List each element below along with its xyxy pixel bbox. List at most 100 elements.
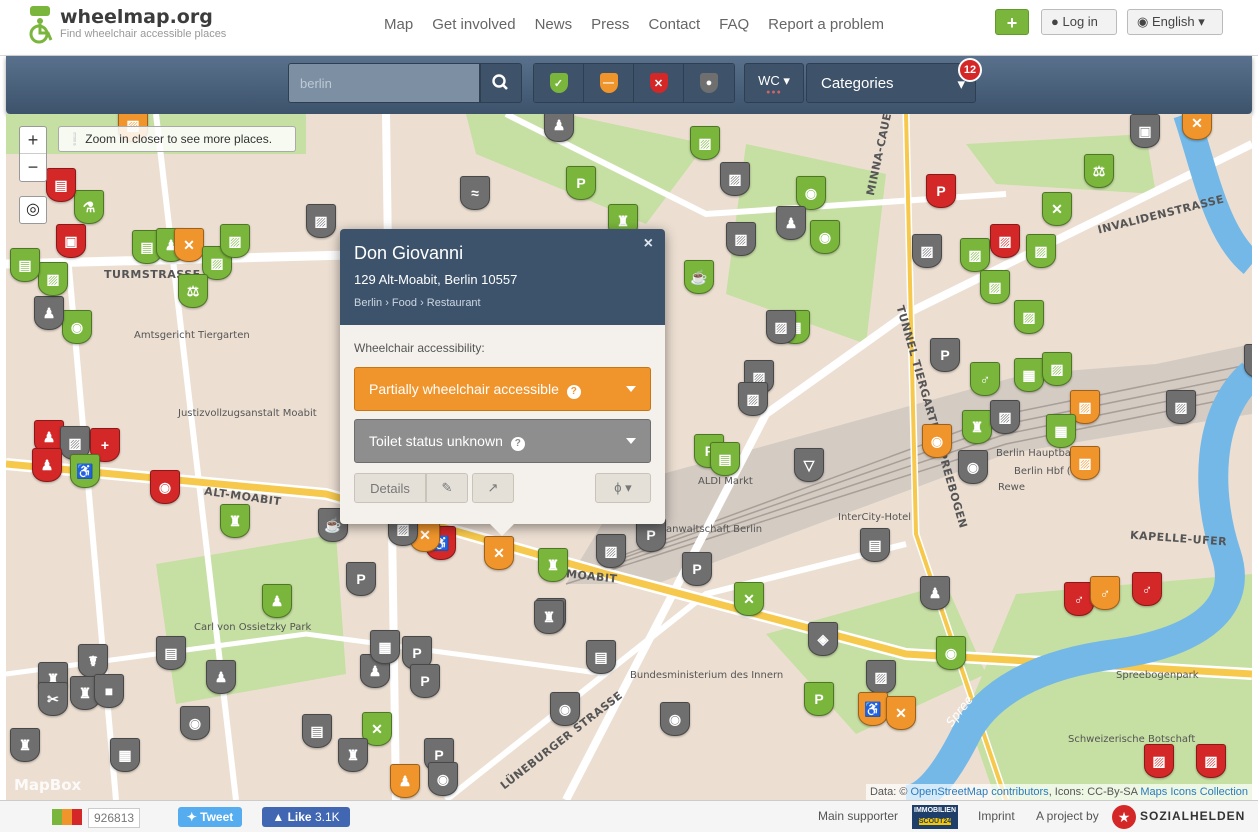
place-marker[interactable]: ◉ — [180, 706, 210, 740]
edit-button[interactable]: ✎ — [426, 473, 468, 503]
place-marker[interactable]: ♟ — [776, 206, 806, 240]
categories-dropdown[interactable]: Categories ▾ — [806, 63, 976, 103]
place-marker[interactable]: ♟ — [262, 584, 292, 618]
place-marker[interactable]: ▨ — [690, 126, 720, 160]
place-marker[interactable]: P — [682, 552, 712, 586]
place-marker[interactable]: ♜ — [220, 504, 250, 538]
facebook-like-button[interactable]: ▲ Like 3.1K — [262, 807, 350, 827]
place-marker[interactable]: ◉ — [62, 310, 92, 344]
place-marker[interactable]: ✕ — [886, 696, 916, 730]
mapbox-logo[interactable]: MapBox — [14, 776, 81, 794]
place-marker[interactable]: ✕ — [1042, 192, 1072, 226]
place-marker[interactable]: ▨ — [306, 204, 336, 238]
icons-link[interactable]: Maps Icons Collection — [1140, 786, 1248, 798]
place-marker[interactable]: ◉ — [796, 176, 826, 210]
place-marker[interactable]: P — [346, 562, 376, 596]
place-marker[interactable]: ▨ — [1042, 352, 1072, 386]
place-marker[interactable]: P — [566, 166, 596, 200]
place-marker[interactable]: ▦ — [1014, 358, 1044, 392]
place-marker[interactable]: ▤ — [710, 442, 740, 476]
nav-get-involved[interactable]: Get involved — [432, 16, 515, 33]
place-marker[interactable]: ✂ — [38, 682, 68, 716]
place-marker[interactable]: ☤ — [78, 644, 108, 678]
place-marker[interactable]: ◈ — [808, 622, 838, 656]
place-marker[interactable]: ▨ — [1070, 446, 1100, 480]
place-marker[interactable]: ▨ — [912, 234, 942, 268]
place-marker[interactable]: ♜ — [534, 600, 564, 634]
place-marker[interactable]: ◉ — [958, 450, 988, 484]
place-marker[interactable]: ◉ — [550, 692, 580, 726]
place-marker[interactable]: ♜ — [962, 410, 992, 444]
more-actions-dropdown[interactable]: ϕ ▾ — [595, 473, 651, 503]
place-marker[interactable]: ◉ — [922, 424, 952, 458]
place-marker[interactable]: ♂ — [1090, 576, 1120, 610]
search-button[interactable] — [480, 63, 522, 103]
place-marker[interactable]: ▨ — [720, 162, 750, 196]
place-marker[interactable]: ▤ — [46, 168, 76, 202]
add-place-button[interactable]: + — [995, 9, 1029, 35]
place-marker[interactable]: ▤ — [10, 248, 40, 282]
nav-news[interactable]: News — [535, 16, 573, 33]
osm-link[interactable]: OpenStreetMap contributors — [911, 786, 1049, 798]
place-marker[interactable]: ▨ — [1196, 744, 1226, 778]
place-marker[interactable]: ▨ — [866, 660, 896, 694]
place-marker[interactable]: ♟ — [920, 576, 950, 610]
place-marker[interactable]: ▨ — [960, 238, 990, 272]
share-button[interactable]: ↗ — [472, 473, 514, 503]
place-marker[interactable]: ♜ — [338, 738, 368, 772]
tweet-button[interactable]: ✦ Tweet — [178, 807, 242, 827]
nav-report-problem[interactable]: Report a problem — [768, 16, 884, 33]
place-marker[interactable]: ▤ — [586, 640, 616, 674]
nav-contact[interactable]: Contact — [648, 16, 700, 33]
logo[interactable]: wheelmap.org Find wheelchair accessible … — [28, 6, 226, 44]
place-marker[interactable]: P — [926, 174, 956, 208]
sozialhelden-logo-icon[interactable]: ★ — [1112, 805, 1136, 829]
place-marker[interactable]: ■ — [94, 674, 124, 708]
place-marker[interactable]: ▨ — [726, 222, 756, 256]
nav-press[interactable]: Press — [591, 16, 629, 33]
place-marker[interactable]: ▨ — [990, 224, 1020, 258]
place-marker[interactable]: ▨ — [990, 400, 1020, 434]
toilet-status-dropdown[interactable]: Toilet status unknown ? — [354, 419, 651, 463]
place-marker[interactable]: ≈ — [460, 176, 490, 210]
place-marker[interactable]: ▤ — [302, 714, 332, 748]
place-marker[interactable]: ✕ — [484, 536, 514, 570]
place-marker[interactable]: ♂ — [970, 362, 1000, 396]
nav-map[interactable]: Map — [384, 16, 413, 33]
place-marker[interactable]: ▤ — [860, 528, 890, 562]
place-marker[interactable]: ⚗ — [74, 190, 104, 224]
place-marker[interactable]: ✕ — [174, 228, 204, 262]
place-marker[interactable]: ◉ — [660, 702, 690, 736]
imprint-link[interactable]: Imprint — [978, 809, 1015, 823]
filter-unknown-button[interactable]: ● — [684, 64, 734, 102]
place-marker[interactable]: ♟ — [32, 448, 62, 482]
place-marker[interactable]: ♟ — [390, 764, 420, 798]
place-marker[interactable]: ▨ — [1166, 390, 1196, 424]
place-marker[interactable]: ♟ — [34, 296, 64, 330]
place-marker[interactable]: ▨ — [1144, 744, 1174, 778]
filter-not-accessible-button[interactable]: ✕ — [634, 64, 684, 102]
place-marker[interactable]: ▨ — [738, 382, 768, 416]
nav-faq[interactable]: FAQ — [719, 16, 749, 33]
place-marker[interactable]: ▦ — [370, 630, 400, 664]
place-marker[interactable]: ▨ — [596, 534, 626, 568]
place-marker[interactable]: ♿ — [70, 454, 100, 488]
place-marker[interactable]: ▨ — [1026, 234, 1056, 268]
filter-partial-button[interactable]: — — [584, 64, 634, 102]
place-marker[interactable]: ▣ — [1130, 114, 1160, 148]
place-marker[interactable]: ▽ — [794, 448, 824, 482]
place-marker[interactable]: ♟ — [206, 660, 236, 694]
breadcrumb-category[interactable]: Food — [392, 297, 417, 309]
sozialhelden-name[interactable]: SOZIALHELDEN — [1140, 809, 1245, 823]
place-marker[interactable]: ✕ — [734, 582, 764, 616]
place-marker[interactable]: ▨ — [220, 224, 250, 258]
place-marker[interactable]: ▨ — [1014, 300, 1044, 334]
place-marker[interactable]: ◉ — [150, 470, 180, 504]
language-dropdown[interactable]: ◉ English ▾ — [1127, 9, 1223, 35]
details-button[interactable]: Details — [354, 473, 426, 503]
place-marker[interactable]: ◉ — [936, 636, 966, 670]
place-marker[interactable]: P — [930, 338, 960, 372]
place-marker[interactable]: ▤ — [156, 636, 186, 670]
place-marker[interactable]: ▨ — [766, 310, 796, 344]
place-marker[interactable]: ♟ — [544, 114, 574, 142]
